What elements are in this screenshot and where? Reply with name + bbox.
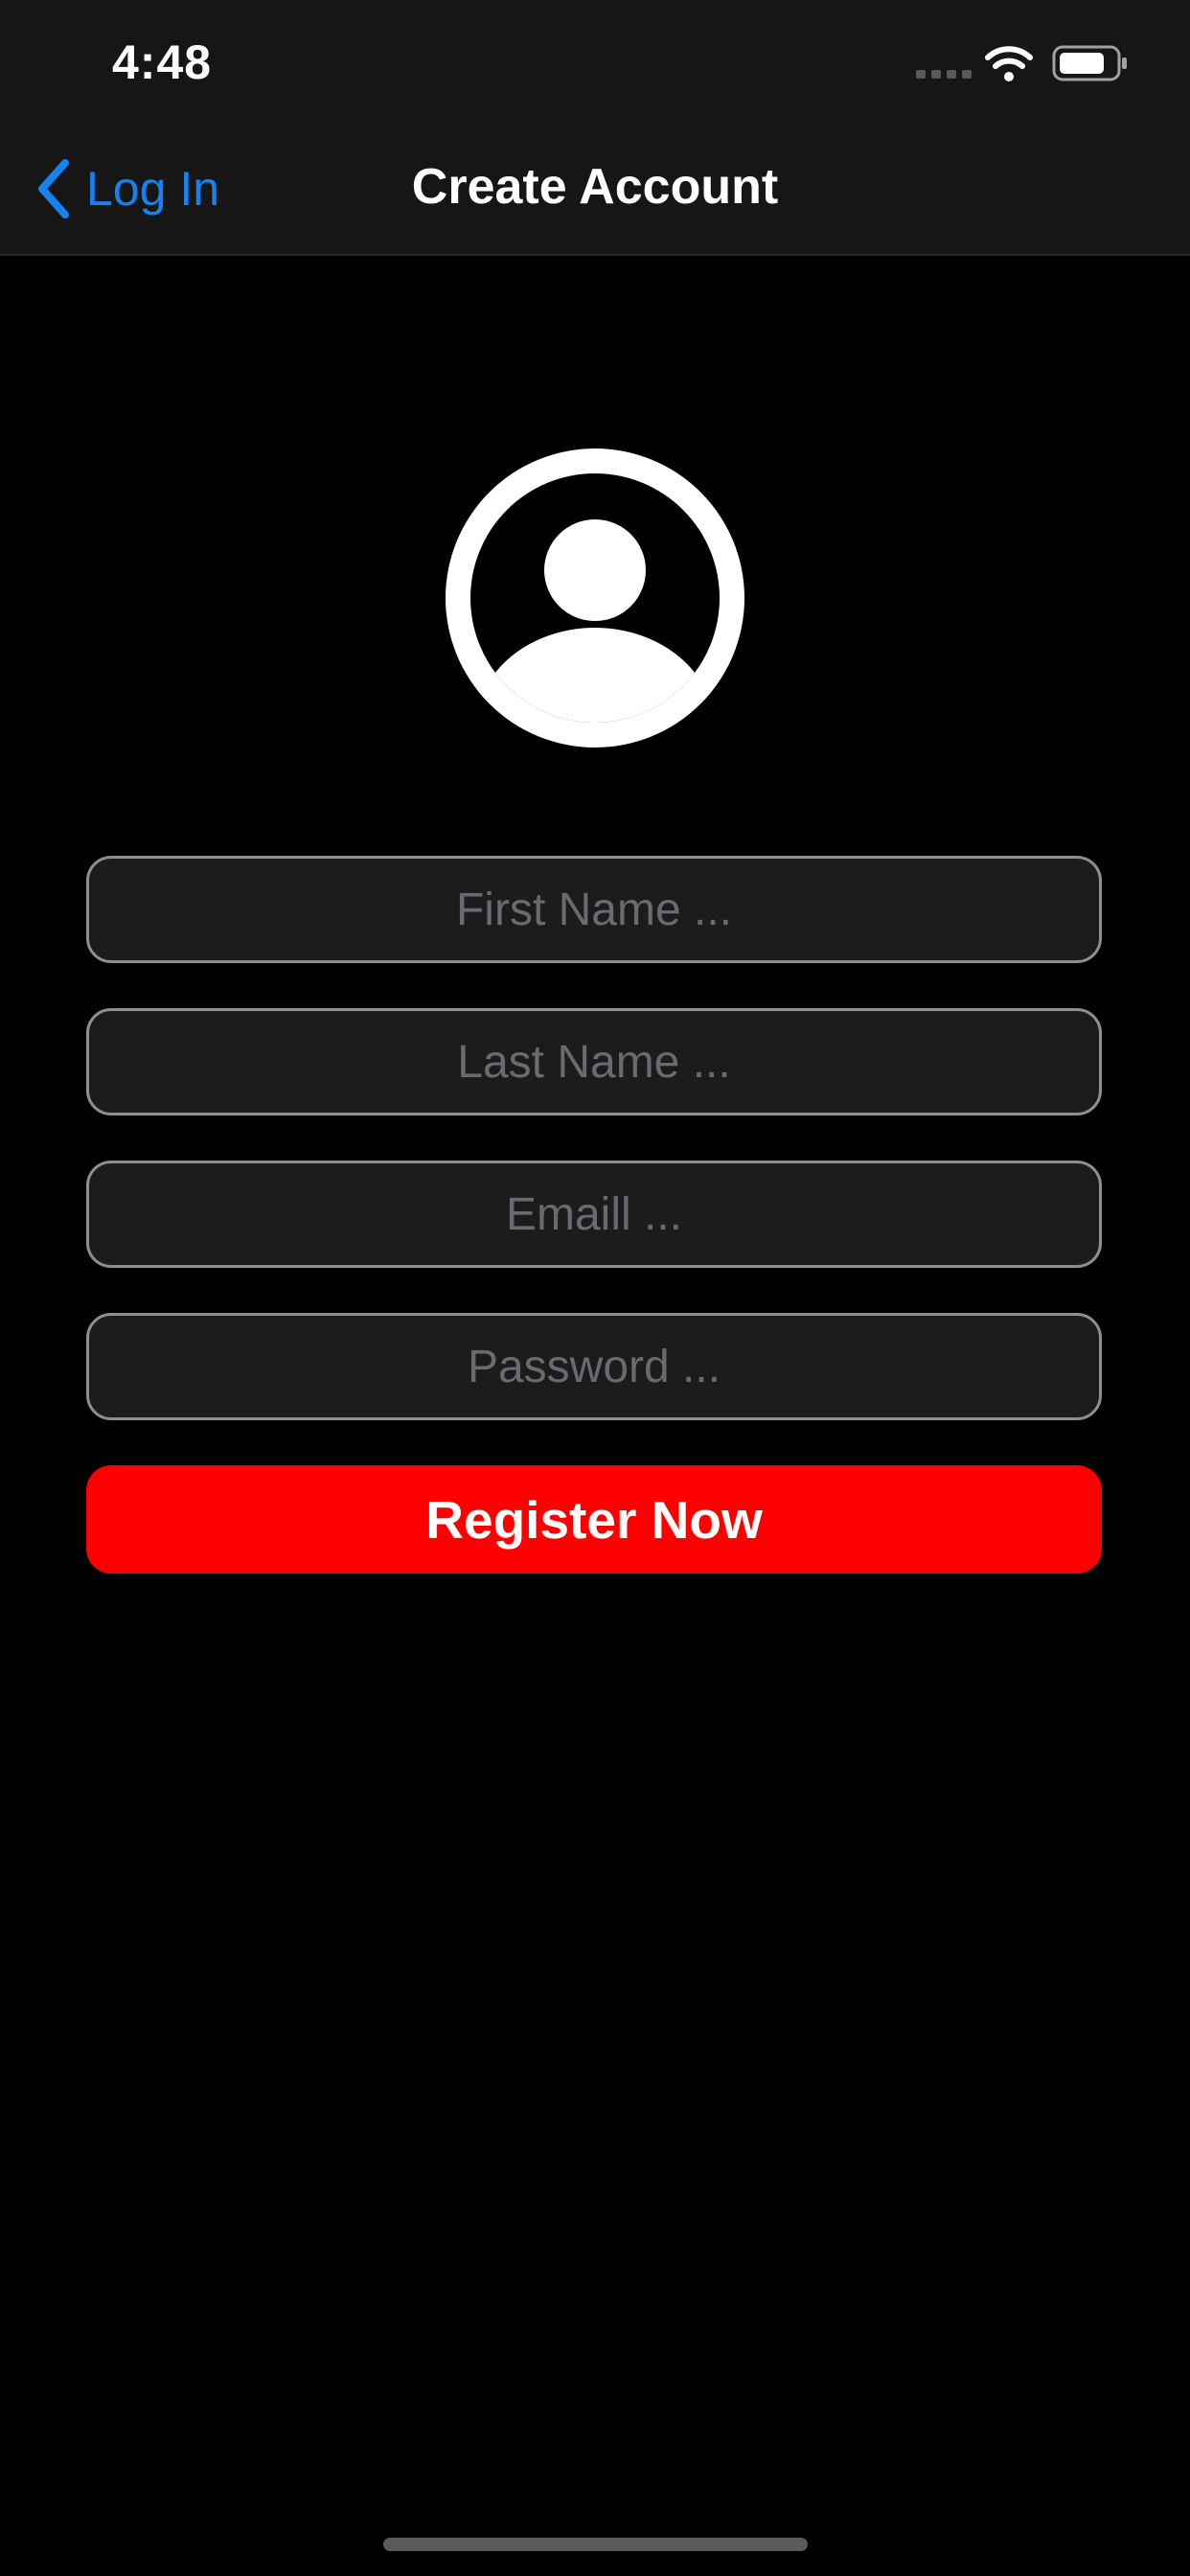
home-indicator [383,2538,808,2551]
cellular-signal-icon [916,70,972,79]
register-button[interactable]: Register Now [86,1465,1102,1574]
email-field[interactable] [86,1161,1102,1268]
last-name-field[interactable] [86,1008,1102,1116]
password-field[interactable] [86,1313,1102,1420]
person-circle-icon[interactable] [446,448,744,748]
wifi-icon [985,46,1033,81]
navigation-bar: 4:48 Log In Create Account [0,0,1190,256]
battery-icon [1052,45,1127,81]
first-name-field[interactable] [86,856,1102,963]
page-title: Create Account [411,159,779,215]
status-time: 4:48 [112,35,213,89]
